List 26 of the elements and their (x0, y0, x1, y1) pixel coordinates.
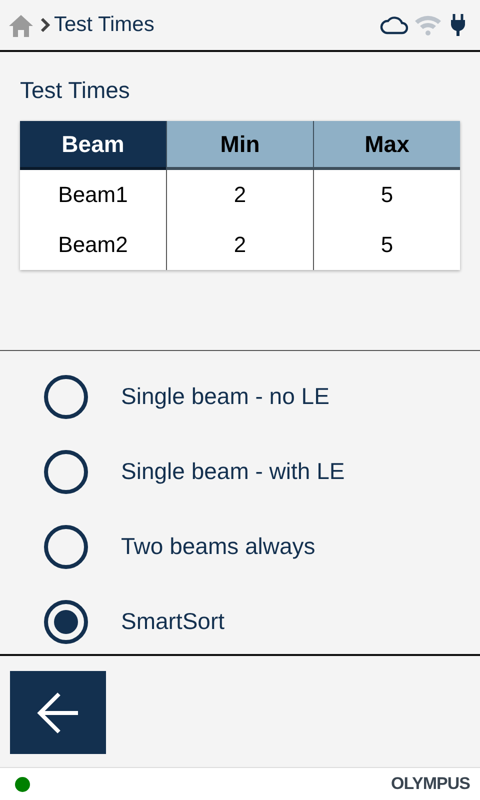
radio-button[interactable] (44, 374, 88, 418)
radio-button[interactable] (44, 450, 88, 494)
plug-icon[interactable] (450, 13, 466, 37)
brand-logo: OLYMPUS (390, 774, 470, 794)
column-header[interactable]: Max (313, 121, 460, 170)
option-label[interactable]: Single beam - no LE (121, 383, 330, 410)
table-cell-text: Beam2 (57, 231, 129, 259)
column-header[interactable]: Min (166, 121, 313, 170)
radio-button[interactable] (44, 600, 88, 644)
table-cell: 2 (166, 220, 313, 270)
cloud-icon[interactable] (380, 14, 408, 36)
back-arrow-icon (35, 690, 81, 734)
chevron-icon (40, 17, 50, 33)
table-cell: 2 (166, 170, 313, 220)
option-label[interactable]: Two beams always (121, 533, 316, 560)
breadcrumb-title: Test Times (54, 13, 154, 37)
option-label[interactable]: SmartSort (121, 608, 225, 635)
column-header[interactable]: Beam (20, 121, 166, 170)
home-icon[interactable] (8, 14, 34, 38)
table-cell-text: Beam1 (57, 181, 129, 209)
section-title: Test Times (20, 77, 131, 105)
table-cell: 5 (313, 170, 460, 220)
back-button[interactable] (10, 671, 106, 754)
radio-button[interactable] (44, 524, 88, 568)
table-cell: 5 (313, 220, 460, 270)
option-label[interactable]: Single beam - with LE (121, 458, 345, 485)
